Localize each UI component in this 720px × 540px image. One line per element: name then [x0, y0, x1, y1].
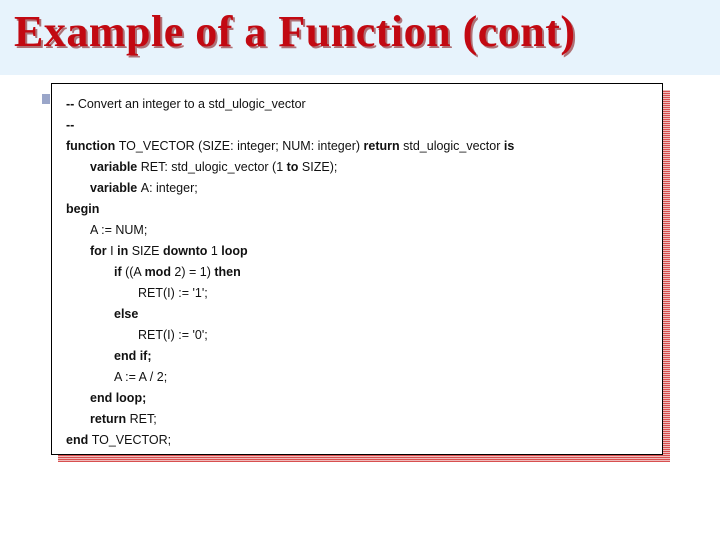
code-signature: TO_VECTOR (SIZE: integer; NUM: integer) [119, 139, 364, 153]
kw-mod: mod [145, 265, 175, 279]
kw-return-stmt: return [90, 412, 130, 426]
code-end-name: TO_VECTOR; [92, 433, 171, 447]
code-comment-text: Convert an integer to a std_ulogic_vecto… [78, 97, 306, 111]
code-if-b: 2) = 1) [174, 265, 214, 279]
kw-variable-2: variable [90, 181, 141, 195]
code-var-a: A: integer; [141, 181, 198, 195]
kw-loop: loop [221, 244, 247, 258]
slide-title: Example of a Function (cont) [14, 6, 706, 57]
kw-if: if [114, 265, 125, 279]
code-listing: -- Convert an integer to a std_ulogic_ve… [66, 94, 650, 451]
code-comment-dash: -- [66, 97, 78, 111]
kw-else: else [114, 307, 138, 321]
kw-downto: downto [163, 244, 211, 258]
kw-is: is [504, 139, 514, 153]
kw-then: then [214, 265, 240, 279]
code-loop-one: 1 [211, 244, 221, 258]
kw-in: in [117, 244, 132, 258]
kw-endloop: end loop; [90, 391, 146, 405]
code-returntype: std_ulogic_vector [403, 139, 504, 153]
title-band: Example of a Function (cont) [0, 0, 720, 75]
code-var-ret-a: RET: std_ulogic_vector (1 [141, 160, 287, 174]
kw-function: function [66, 139, 119, 153]
kw-begin: begin [66, 202, 99, 216]
kw-for: for [90, 244, 110, 258]
kw-variable: variable [90, 160, 141, 174]
kw-endif: end if; [114, 349, 152, 363]
code-loop-size: SIZE [132, 244, 163, 258]
code-assign-num: A := NUM; [90, 223, 147, 237]
code-var-ret-b: SIZE); [302, 160, 337, 174]
code-ret1: RET(I) := '1'; [138, 286, 208, 300]
slide: Example of a Function (cont) -- Convert … [0, 0, 720, 540]
code-comment-empty: -- [66, 118, 74, 132]
code-box: -- Convert an integer to a std_ulogic_ve… [51, 83, 663, 455]
kw-return: return [364, 139, 404, 153]
code-return-val: RET; [130, 412, 157, 426]
code-if-a: ((A [125, 265, 144, 279]
code-div2: A := A / 2; [114, 370, 167, 384]
code-ret0: RET(I) := '0'; [138, 328, 208, 342]
kw-end: end [66, 433, 92, 447]
bullet-marker [42, 94, 50, 104]
kw-to: to [287, 160, 302, 174]
